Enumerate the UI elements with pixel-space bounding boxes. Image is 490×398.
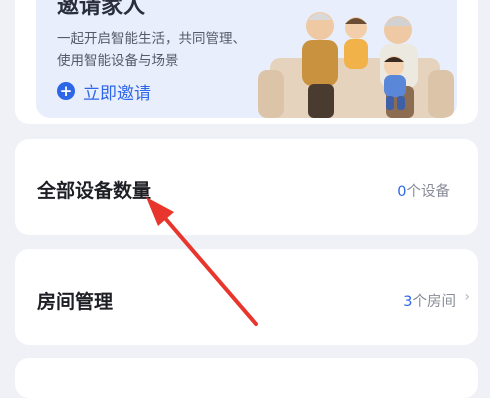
invite-banner-title: 邀请家人 bbox=[57, 0, 146, 19]
room-management-row[interactable]: 房间管理 3个房间 › bbox=[15, 249, 478, 345]
room-count-value: 3个房间 bbox=[403, 290, 456, 311]
invite-now-button[interactable]: + 立即邀请 bbox=[57, 80, 151, 104]
next-settings-card bbox=[15, 358, 478, 398]
device-count-unit: 个设备 bbox=[406, 184, 451, 200]
room-count-unit: 个房间 bbox=[412, 294, 457, 310]
device-count-value: 0个设备 bbox=[397, 180, 450, 201]
invite-banner-description-line-2: 使用智能设备与场景 bbox=[57, 53, 179, 69]
all-devices-count-title: 全部设备数量 bbox=[37, 180, 152, 202]
chevron-right-icon[interactable]: › bbox=[464, 289, 470, 305]
all-devices-count-row[interactable]: 全部设备数量 0个设备 bbox=[15, 139, 478, 235]
invite-card: 邀请家人 一起开启智能生活，共同管理、 使用智能设备与场景 + 立即邀请 bbox=[15, 0, 478, 124]
invite-now-label: 立即邀请 bbox=[83, 83, 151, 104]
device-count-number: 0 bbox=[397, 184, 407, 200]
room-count-number: 3 bbox=[403, 294, 413, 310]
family-illustration bbox=[258, 12, 454, 118]
room-management-title: 房间管理 bbox=[37, 291, 114, 313]
invite-banner-description-line-1: 一起开启智能生活，共同管理、 bbox=[57, 31, 246, 47]
invite-banner: 邀请家人 一起开启智能生活，共同管理、 使用智能设备与场景 + 立即邀请 bbox=[36, 0, 457, 118]
plus-circle-icon: + bbox=[57, 82, 75, 100]
